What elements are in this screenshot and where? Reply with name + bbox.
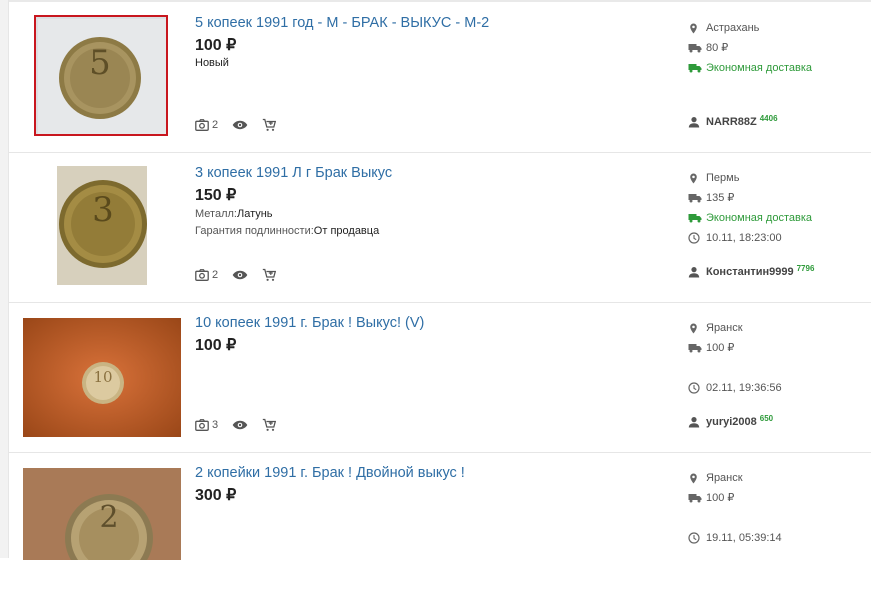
add-to-cart-button[interactable]: [262, 418, 276, 432]
listing-photo[interactable]: 3: [57, 166, 147, 285]
listing-attributes: Металл:Латунь Гарантия подлинности:От пр…: [195, 206, 379, 240]
cart-add-icon: [262, 118, 276, 132]
listing-meta: Астрахань 80 ₽ Экономная доставка: [688, 18, 812, 78]
listing-price: 150 ₽: [195, 187, 237, 204]
shipping-cost: 100 ₽: [706, 342, 735, 354]
listing-price: 100 ₽: [195, 337, 237, 354]
shipping-cost: 80 ₽: [706, 42, 729, 54]
listing-photo[interactable]: 2: [23, 468, 181, 560]
seller-name[interactable]: Константин9999: [706, 266, 794, 278]
location-pin-icon: [688, 173, 699, 184]
camera-icon: [195, 119, 209, 131]
seller-rating: 7796: [796, 263, 815, 273]
eye-icon: [232, 420, 248, 430]
location-pin-icon: [688, 323, 699, 334]
listing-meta: Яранск 100 ₽ 02.11, 19:36:56: [688, 318, 782, 398]
coin-numeral: 2: [99, 500, 119, 535]
listing-actions: 2: [195, 116, 290, 134]
listing-city: Пермь: [706, 172, 740, 184]
watch-button[interactable]: [232, 270, 248, 280]
listing-title[interactable]: 5 копеек 1991 год - М - БРАК - ВЫКУС - М…: [195, 15, 489, 31]
list-item: 10 10 копеек 1991 г. Брак ! Выкус! (V) 1…: [9, 302, 871, 453]
seller-rating: 650: [759, 413, 774, 423]
add-to-cart-button[interactable]: [262, 118, 276, 132]
listing-date: 10.11, 18:23:00: [706, 232, 782, 244]
photos-count: 2: [212, 269, 219, 281]
delivery-type: Экономная доставка: [706, 212, 813, 224]
photos-count: 2: [212, 119, 219, 131]
listing-photo[interactable]: 5: [34, 15, 168, 136]
attr-label: Металл:: [195, 208, 237, 220]
listing-title[interactable]: 10 копеек 1991 г. Брак ! Выкус! (V): [195, 315, 424, 331]
shipping-cost: 100 ₽: [706, 492, 735, 504]
clock-icon: [688, 382, 700, 394]
delivery-truck-icon: [688, 63, 702, 73]
location-pin-icon: [688, 23, 699, 34]
delivery-type: Экономная доставка: [706, 62, 813, 74]
seller-name[interactable]: yuryi2008: [706, 416, 757, 428]
location-pin-icon: [688, 473, 699, 484]
truck-icon: [688, 43, 702, 53]
listing-meta: Пермь 135 ₽ Экономная доставка 10.11, 18…: [688, 168, 812, 248]
list-item: 2 2 копейки 1991 г. Брак ! Двойной выкус…: [9, 452, 871, 602]
listing-meta: Яранск 100 ₽ 19.11, 05:39:14: [688, 468, 782, 548]
user-icon: [688, 416, 700, 428]
eye-icon: [232, 270, 248, 280]
cart-add-icon: [262, 268, 276, 282]
delivery-truck-icon: [688, 213, 702, 223]
seller-link[interactable]: yuryi2008 650: [688, 413, 774, 428]
camera-icon: [195, 419, 209, 431]
photos-button[interactable]: 2: [195, 119, 218, 131]
camera-icon: [195, 269, 209, 281]
listing-title[interactable]: 2 копейки 1991 г. Брак ! Двойной выкус !: [195, 465, 465, 481]
seller-link[interactable]: NARR88Z 4406: [688, 113, 778, 128]
seller-link[interactable]: Константин9999 7796: [688, 263, 815, 278]
list-item: 5 5 копеек 1991 год - М - БРАК - ВЫКУС -…: [9, 2, 871, 153]
photos-count: 3: [212, 419, 219, 431]
cart-add-icon: [262, 418, 276, 432]
photos-button[interactable]: 2: [195, 269, 218, 281]
listing-actions: 2: [195, 266, 290, 284]
listing-price: 100 ₽: [195, 37, 237, 54]
photos-button[interactable]: 3: [195, 419, 218, 431]
coin-numeral: 10: [93, 368, 113, 386]
list-item: 3 3 копеек 1991 Л г Брак Выкус 150 ₽ Мет…: [9, 152, 871, 303]
attr-value: От продавца: [313, 225, 380, 237]
watch-button[interactable]: [232, 420, 248, 430]
attr-label: Гарантия подлинности:: [195, 225, 314, 237]
eye-icon: [232, 120, 248, 130]
add-to-cart-button[interactable]: [262, 268, 276, 282]
listing-photo[interactable]: 10: [23, 318, 181, 437]
coin-numeral: 3: [92, 190, 114, 230]
coin-numeral: 5: [89, 43, 111, 83]
listing-actions: 3: [195, 416, 290, 434]
listing-city: Яранск: [706, 322, 743, 334]
listing-city: Яранск: [706, 472, 743, 484]
truck-icon: [688, 193, 702, 203]
seller-name[interactable]: NARR88Z: [706, 116, 757, 128]
listing-city: Астрахань: [706, 22, 760, 34]
listing-date: 19.11, 05:39:14: [706, 532, 782, 544]
listing-price: 300 ₽: [195, 487, 237, 504]
listing-condition: Новый: [195, 57, 229, 69]
shipping-cost: 135 ₽: [706, 192, 735, 204]
listing-title[interactable]: 3 копеек 1991 Л г Брак Выкус: [195, 165, 392, 181]
clock-icon: [688, 532, 700, 544]
left-rail: [0, 0, 9, 558]
truck-icon: [688, 493, 702, 503]
seller-rating: 4406: [759, 113, 778, 123]
listing-date: 02.11, 19:36:56: [706, 382, 782, 394]
clock-icon: [688, 232, 700, 244]
attr-value: Латунь: [236, 208, 273, 220]
truck-icon: [688, 343, 702, 353]
user-icon: [688, 266, 700, 278]
watch-button[interactable]: [232, 120, 248, 130]
user-icon: [688, 116, 700, 128]
